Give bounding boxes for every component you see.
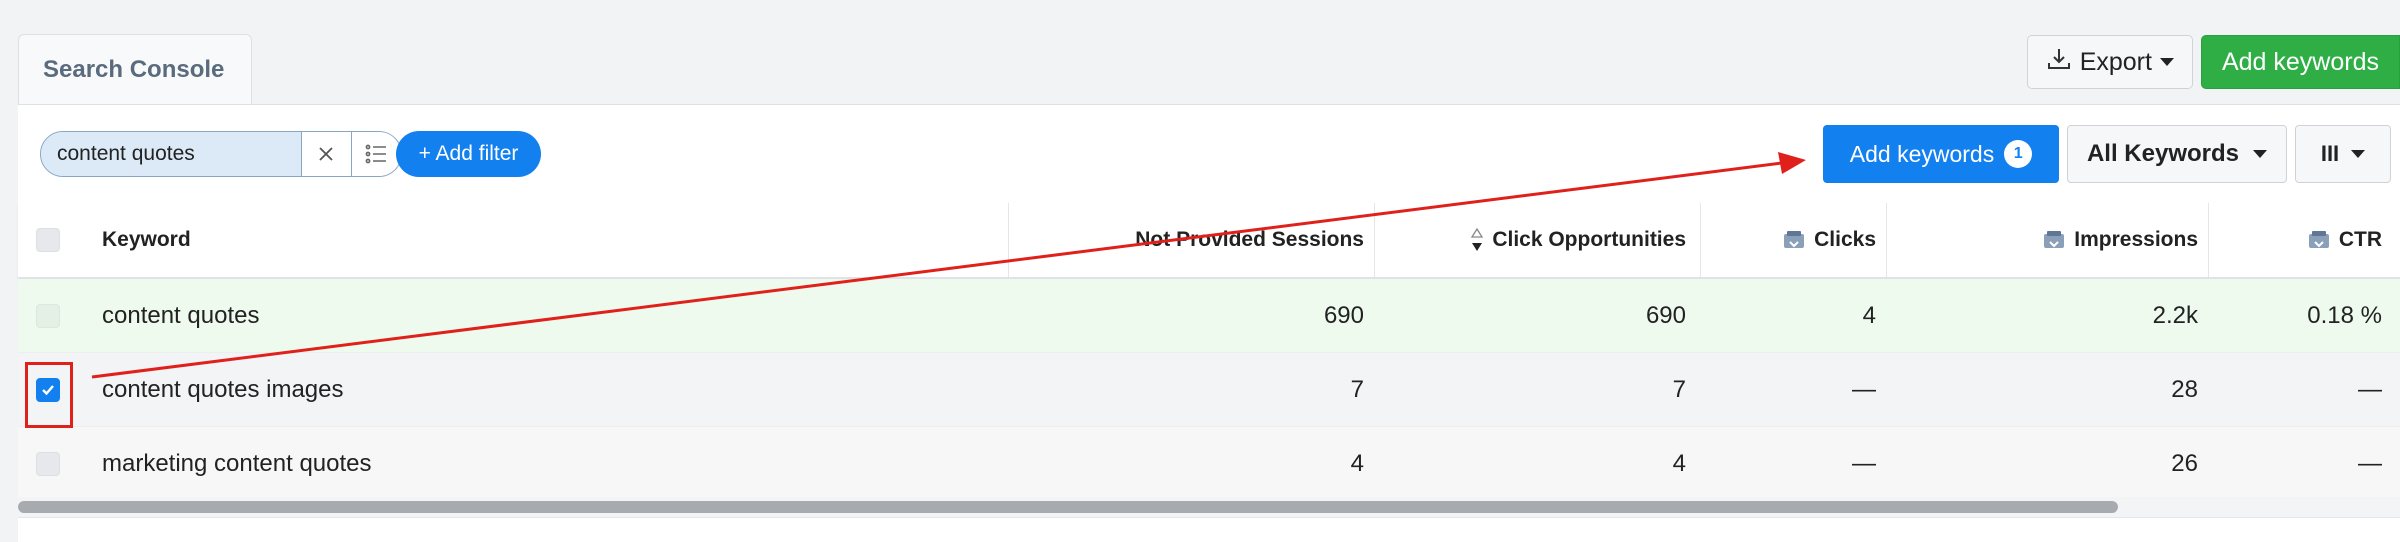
annotation-arrow [91, 152, 1806, 379]
